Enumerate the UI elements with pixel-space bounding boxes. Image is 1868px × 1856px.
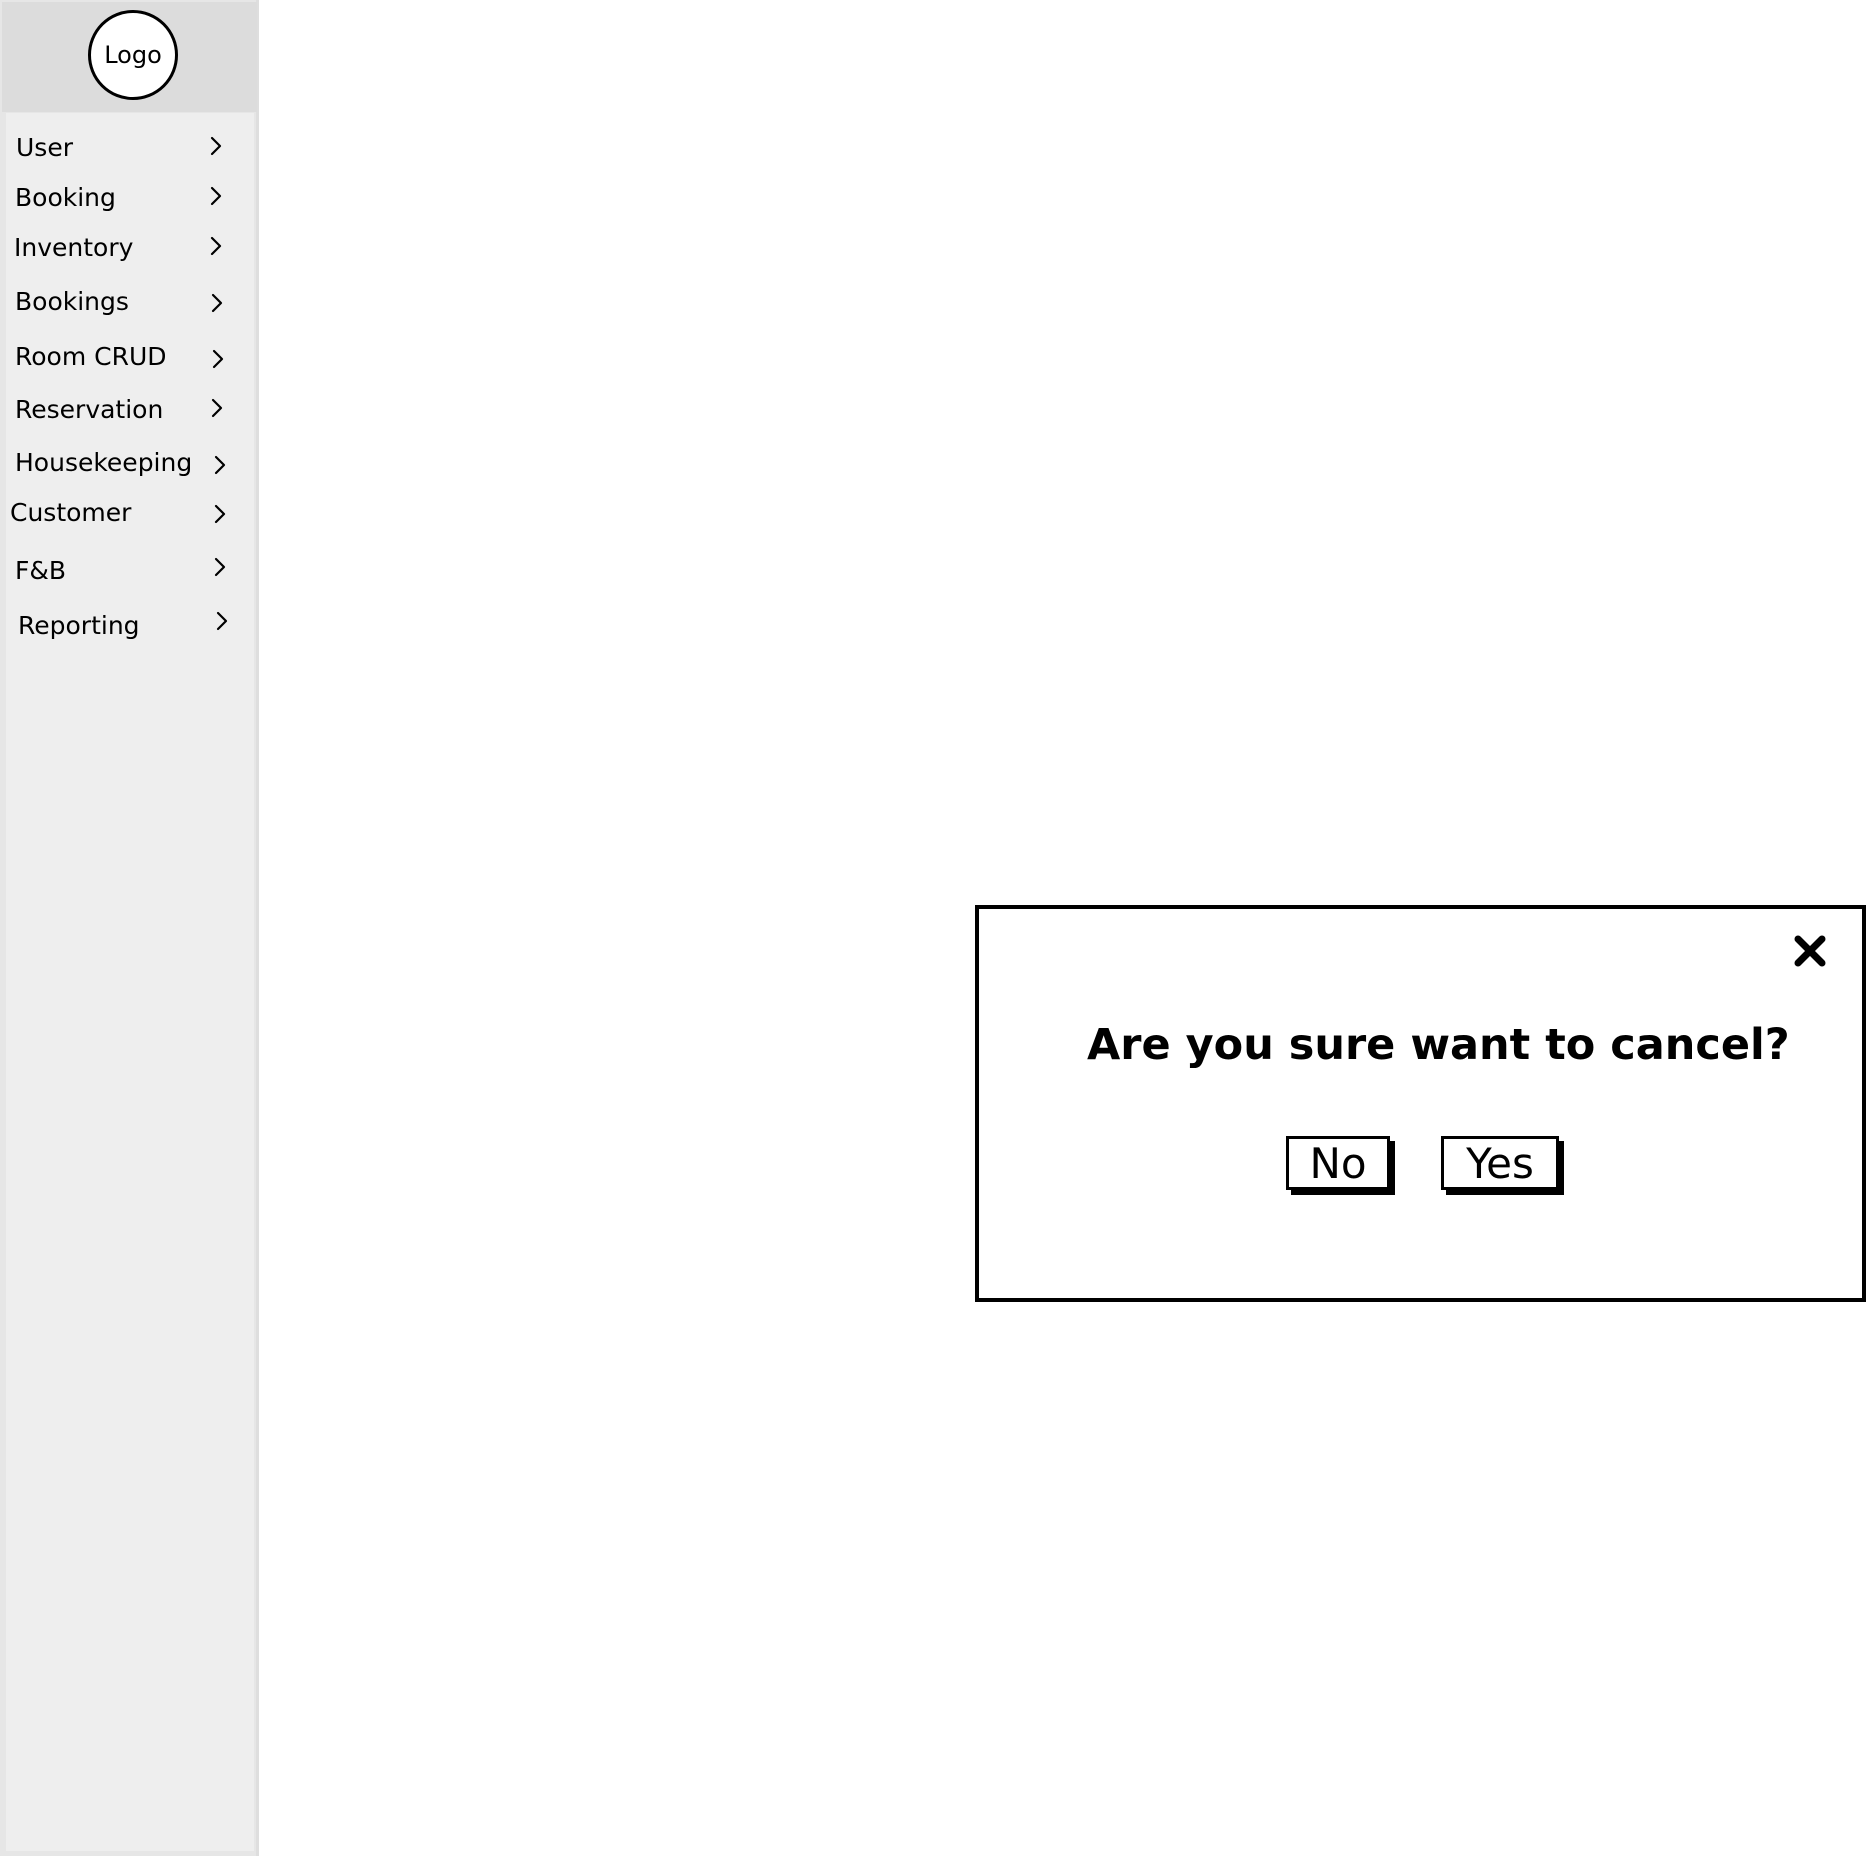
sidebar-item-reservation[interactable]: Reservation — [6, 389, 238, 433]
sidebar-item-label: Room CRUD — [15, 342, 167, 371]
chevron-right-icon — [214, 557, 226, 577]
logo[interactable]: Logo — [88, 10, 178, 100]
sidebar-nav: User Booking Inventory Bookings Room CRU… — [6, 113, 254, 1851]
sidebar-item-reporting[interactable]: Reporting — [6, 605, 238, 649]
chevron-right-icon — [214, 504, 226, 524]
sidebar-item-label: F&B — [15, 556, 67, 585]
sidebar-item-label: Reservation — [15, 395, 164, 424]
chevron-right-icon — [212, 349, 224, 369]
chevron-right-icon — [216, 611, 228, 631]
sidebar-item-user[interactable]: User — [6, 127, 238, 171]
sidebar-item-f-and-b[interactable]: F&B — [6, 550, 238, 594]
sidebar-item-room-crud[interactable]: Room CRUD — [6, 336, 238, 380]
sidebar-item-label: Booking — [15, 183, 116, 212]
sidebar-header: Logo — [2, 2, 257, 112]
confirm-cancel-dialog: Are you sure want to cancel? No Yes — [975, 905, 1866, 1302]
close-icon[interactable] — [1790, 931, 1830, 971]
sidebar-item-label: Bookings — [15, 287, 129, 316]
sidebar-item-label: Customer — [10, 498, 132, 527]
chevron-right-icon — [210, 236, 222, 256]
chevron-right-icon — [211, 293, 223, 313]
sidebar-item-housekeeping[interactable]: Housekeeping — [6, 442, 238, 486]
no-button[interactable]: No — [1286, 1136, 1390, 1190]
sidebar-item-label: Housekeeping — [15, 448, 193, 477]
sidebar-item-label: User — [16, 133, 73, 162]
chevron-right-icon — [211, 398, 223, 418]
sidebar-item-inventory[interactable]: Inventory — [6, 227, 238, 271]
page: Logo User Booking Inventory Bookings Roo… — [0, 0, 1868, 1856]
chevron-right-icon — [214, 455, 226, 475]
yes-button[interactable]: Yes — [1441, 1136, 1559, 1190]
sidebar-item-booking[interactable]: Booking — [6, 177, 238, 221]
sidebar-item-bookings[interactable]: Bookings — [6, 281, 238, 325]
sidebar-item-label: Inventory — [14, 233, 134, 262]
sidebar: Logo User Booking Inventory Bookings Roo… — [0, 0, 259, 1856]
sidebar-item-customer[interactable]: Customer — [6, 492, 238, 536]
chevron-right-icon — [210, 186, 222, 206]
chevron-right-icon — [210, 136, 222, 156]
sidebar-item-label: Reporting — [18, 611, 140, 640]
dialog-message: Are you sure want to cancel? — [1087, 1020, 1790, 1070]
